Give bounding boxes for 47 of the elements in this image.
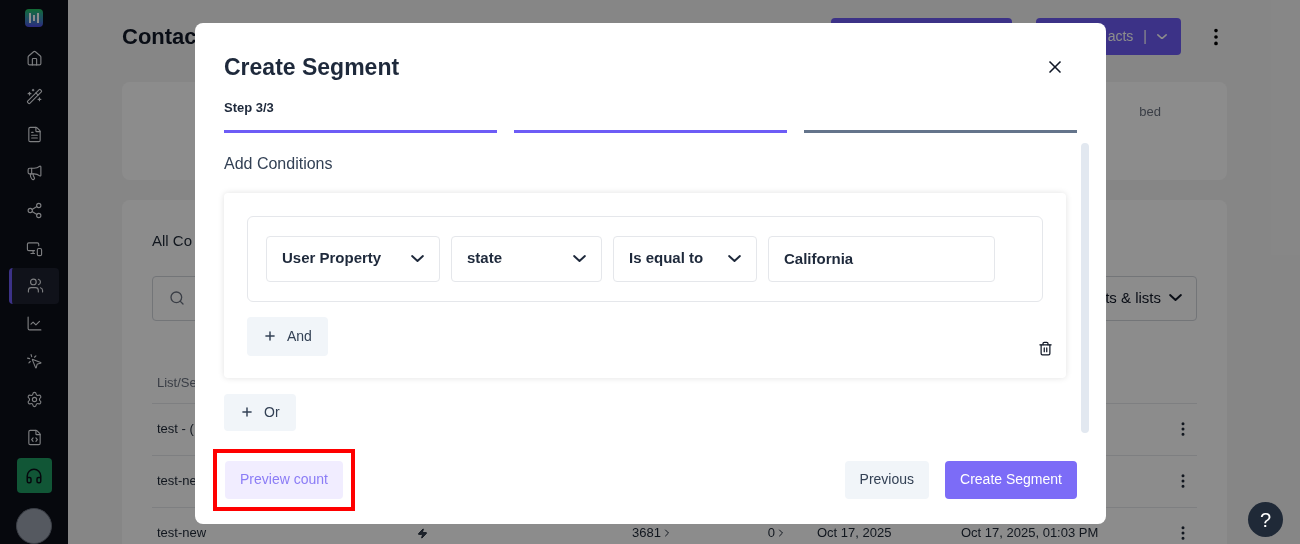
settings-icon — [25, 390, 43, 408]
stat-label: bed — [1139, 103, 1161, 121]
delete-icon[interactable] — [1038, 340, 1053, 356]
logo-icon[interactable] — [25, 9, 43, 27]
section-title: Add Conditions — [224, 153, 334, 174]
page-title: Contac — [122, 23, 197, 51]
code-file-icon — [25, 428, 43, 446]
magic-wand-icon — [25, 88, 43, 106]
home-icon — [25, 50, 43, 68]
chevron-down-icon — [1157, 33, 1167, 40]
share-icon — [25, 201, 43, 219]
count-link[interactable]: 3681 — [573, 523, 673, 543]
list-name[interactable]: test-new — [157, 523, 417, 543]
support-button[interactable] — [16, 458, 52, 494]
pointer-click-icon — [25, 353, 43, 371]
chevron-down-icon — [728, 254, 741, 263]
chevron-down-icon — [1169, 294, 1182, 302]
sidebar-item[interactable] — [9, 268, 59, 304]
condition-dropdown[interactable]: Is equal to — [613, 235, 757, 282]
users-icon — [27, 277, 44, 295]
dialog-title: Create Segment — [224, 52, 400, 82]
line-chart-icon — [25, 315, 43, 333]
avatar[interactable] — [16, 508, 52, 544]
create-segment-button[interactable]: Create Segment — [945, 460, 1077, 499]
table-cell-text: Oct 17, 2025, 01:03 PM — [961, 524, 1099, 543]
lightning-icon — [417, 527, 428, 539]
count-link[interactable]: 0 — [687, 523, 787, 543]
list-title: All Co — [152, 231, 193, 251]
chevron-down-icon — [573, 254, 586, 263]
table-header: List/Se — [156, 373, 198, 392]
megaphone-icon — [25, 163, 43, 181]
step-label: Step 3/3 — [224, 99, 274, 117]
add-or-button[interactable]: Or — [224, 393, 296, 431]
table-cell-text: Oct 17, 2025 — [817, 524, 893, 543]
devices-icon — [25, 239, 43, 257]
plus-icon — [263, 329, 277, 343]
condition-dropdown[interactable]: state — [451, 235, 602, 282]
condition-dropdown[interactable]: User Property — [266, 235, 440, 282]
help-button[interactable]: ? — [1248, 502, 1283, 537]
plus-icon — [240, 405, 254, 419]
search-icon — [169, 290, 185, 306]
value-input-field[interactable]: California — [768, 235, 995, 282]
add-and-button[interactable]: And — [247, 316, 328, 356]
previous-button[interactable]: Previous — [844, 460, 930, 499]
document-icon — [25, 126, 43, 144]
chevron-down-icon — [411, 254, 424, 263]
headphones-icon — [25, 466, 43, 485]
